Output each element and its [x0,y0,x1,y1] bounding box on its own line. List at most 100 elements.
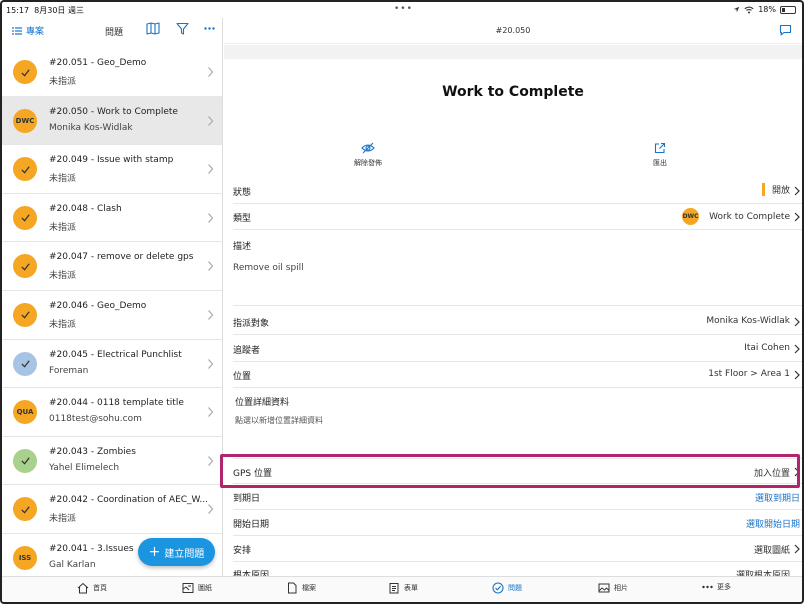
issue-list-item[interactable]: #20.051 - Geo_Demo 未指派 [2,48,222,97]
type-badge: DWC [682,208,700,225]
issue-item-assignee: 0118test@sohu.com [49,414,142,425]
more-icon [702,585,713,589]
chevron-right-icon [794,186,800,196]
tab-more[interactable]: 更多 [702,582,731,592]
issue-list-item[interactable]: #20.042 - Coordination of AEC_W... 未指派 [2,485,222,534]
status-value-text: 開放 [771,186,790,196]
tab-sheets[interactable]: 圖紙 [182,582,212,594]
tab-issues-label: 問題 [508,584,522,592]
chevron-right-icon [794,344,800,354]
clock-time: 15:17 [6,6,30,15]
watchers-row[interactable]: 追蹤者 Itai Cohen [233,335,802,362]
battery-percent: 18% [758,5,776,14]
status-check-icon [13,497,37,522]
issue-item-title: #20.047 - remove or delete gps [49,252,194,263]
issue-list-item[interactable]: #20.045 - Electrical Punchlist Foreman [2,339,222,389]
tab-issues[interactable]: 問題 [492,582,522,594]
tab-home[interactable]: 首頁 [77,582,107,594]
issue-item-title: #20.044 - 0118 template title [49,398,184,409]
tab-photos[interactable]: 相片 [598,582,628,594]
tab-forms[interactable]: 表單 [388,582,418,594]
issue-item-assignee: 未指派 [49,222,77,233]
battery-icon [780,5,796,14]
issue-list-item[interactable]: #20.049 - Issue with stamp 未指派 [2,145,222,194]
select-sheet[interactable]: 選取圖紙 [754,543,790,556]
sheet-label: 安排 [233,546,252,556]
chevron-right-icon [208,407,214,418]
issue-list-item[interactable]: #20.048 - Clash 未指派 [2,193,222,243]
chevron-right-icon [208,212,214,223]
filter-icon[interactable] [176,22,189,35]
status-check-icon [13,254,37,279]
status-check-icon [13,205,37,230]
detail-navbar: #20.050 [224,18,802,44]
projects-label: 專案 [26,27,45,37]
multitask-dots-icon[interactable]: ••• [394,4,413,14]
chevron-right-icon [208,455,214,466]
root-cause-label: 根本原因 [233,571,270,576]
issue-list: #20.051 - Geo_Demo 未指派 DWC #20.050 - Work t… [2,48,222,576]
unpublish-button[interactable]: 解除發佈 [338,142,398,168]
type-row[interactable]: 類型 DWC Work to Complete [233,204,802,230]
location-value: 1st Floor > Area 1 [708,369,790,379]
location-label: 位置 [233,372,252,382]
status-row[interactable]: 狀態 開放 [233,178,802,204]
issue-list-item[interactable]: #20.046 - Geo_Demo 未指派 [2,290,222,340]
gps-row-highlight [220,454,800,488]
projects-button[interactable]: 專案 [12,24,44,37]
status-time: 15:17 8月30日 週三 [6,5,84,16]
wifi-icon [744,6,754,13]
map-icon[interactable] [146,22,160,35]
create-issue-button[interactable]: + 建立問題 [138,538,215,566]
plus-icon: + [148,544,161,560]
export-button[interactable]: 匯出 [630,142,690,168]
status-bar: 15:17 8月30日 週三 ••• 18% [2,2,802,18]
select-root-cause[interactable]: 選取根本原因 [736,568,790,576]
chevron-right-icon [208,164,214,175]
location-row[interactable]: 位置 1st Floor > Area 1 [233,362,802,388]
chevron-right-icon [208,67,214,77]
issue-item-assignee: 未指派 [49,77,77,87]
assigned-to-row[interactable]: 指派對象 Monika Kos-Widlak [233,307,802,335]
select-start-date[interactable]: 選取開始日期 [746,517,800,530]
issue-list-item[interactable]: #20.047 - remove or delete gps 未指派 [2,242,222,291]
status-value: 開放 [761,183,790,196]
description-row[interactable]: 描述 Remove oil spill [233,230,802,306]
assigned-to-label: 指派對象 [233,319,270,329]
status-label: 狀態 [233,188,252,198]
root-cause-row[interactable]: 根本原因 選取根本原因 [233,562,802,576]
location-details-row[interactable]: 位置詳細資料 點選以新增位置詳細資料 [233,388,802,454]
tab-files-label: 檔案 [302,584,316,592]
bottom-tab-bar: 首頁 圖紙 檔案 表單 問題 相片 更多 [2,576,802,602]
issue-item-assignee: 未指派 [49,319,77,330]
status-check-icon [13,60,37,84]
chevron-right-icon [208,358,214,369]
comment-icon[interactable] [779,24,792,37]
chevron-right-icon [794,370,800,380]
description-text[interactable]: Remove oil spill [233,263,304,273]
unpublish-icon [361,142,375,154]
issue-item-title: #20.051 - Geo_Demo [49,58,147,68]
tab-sheets-label: 圖紙 [198,584,212,592]
sheets-icon [182,583,194,593]
issue-item-title: #20.046 - Geo_Demo [49,300,147,311]
ipad-screen: 15:17 8月30日 週三 ••• 18% 專案 問題 #20.051 - G… [0,0,804,604]
pin-preview-strip [224,45,802,59]
chevron-right-icon [208,504,214,515]
watchers-label: 追蹤者 [233,346,261,356]
tab-files[interactable]: 檔案 [286,582,316,594]
assigned-to-value: Monika Kos-Widlak [706,316,790,326]
due-date-label: 到期日 [233,494,261,504]
watchers-value: Itai Cohen [744,343,790,353]
issue-list-item[interactable]: #20.043 - Zombies Yahel Elimelech [2,436,222,486]
select-due-date[interactable]: 選取到期日 [755,491,800,504]
location-details-hint[interactable]: 點選以新增位置詳細資料 [235,415,323,426]
issue-type-badge: DWC [13,108,37,133]
export-label: 匯出 [653,159,667,167]
issue-list-item[interactable]: QUA #20.044 - 0118 template title 0118test… [2,388,222,437]
more-options-icon[interactable] [204,27,215,30]
sheet-row[interactable]: 安排 選取圖紙 [233,536,802,562]
start-date-row[interactable]: 開始日期 選取開始日期 [233,510,802,536]
issue-item-assignee: Gal Karlan [49,559,96,570]
issue-list-item[interactable]: DWC #20.050 - Work to Complete Monika Kos-… [2,96,222,146]
